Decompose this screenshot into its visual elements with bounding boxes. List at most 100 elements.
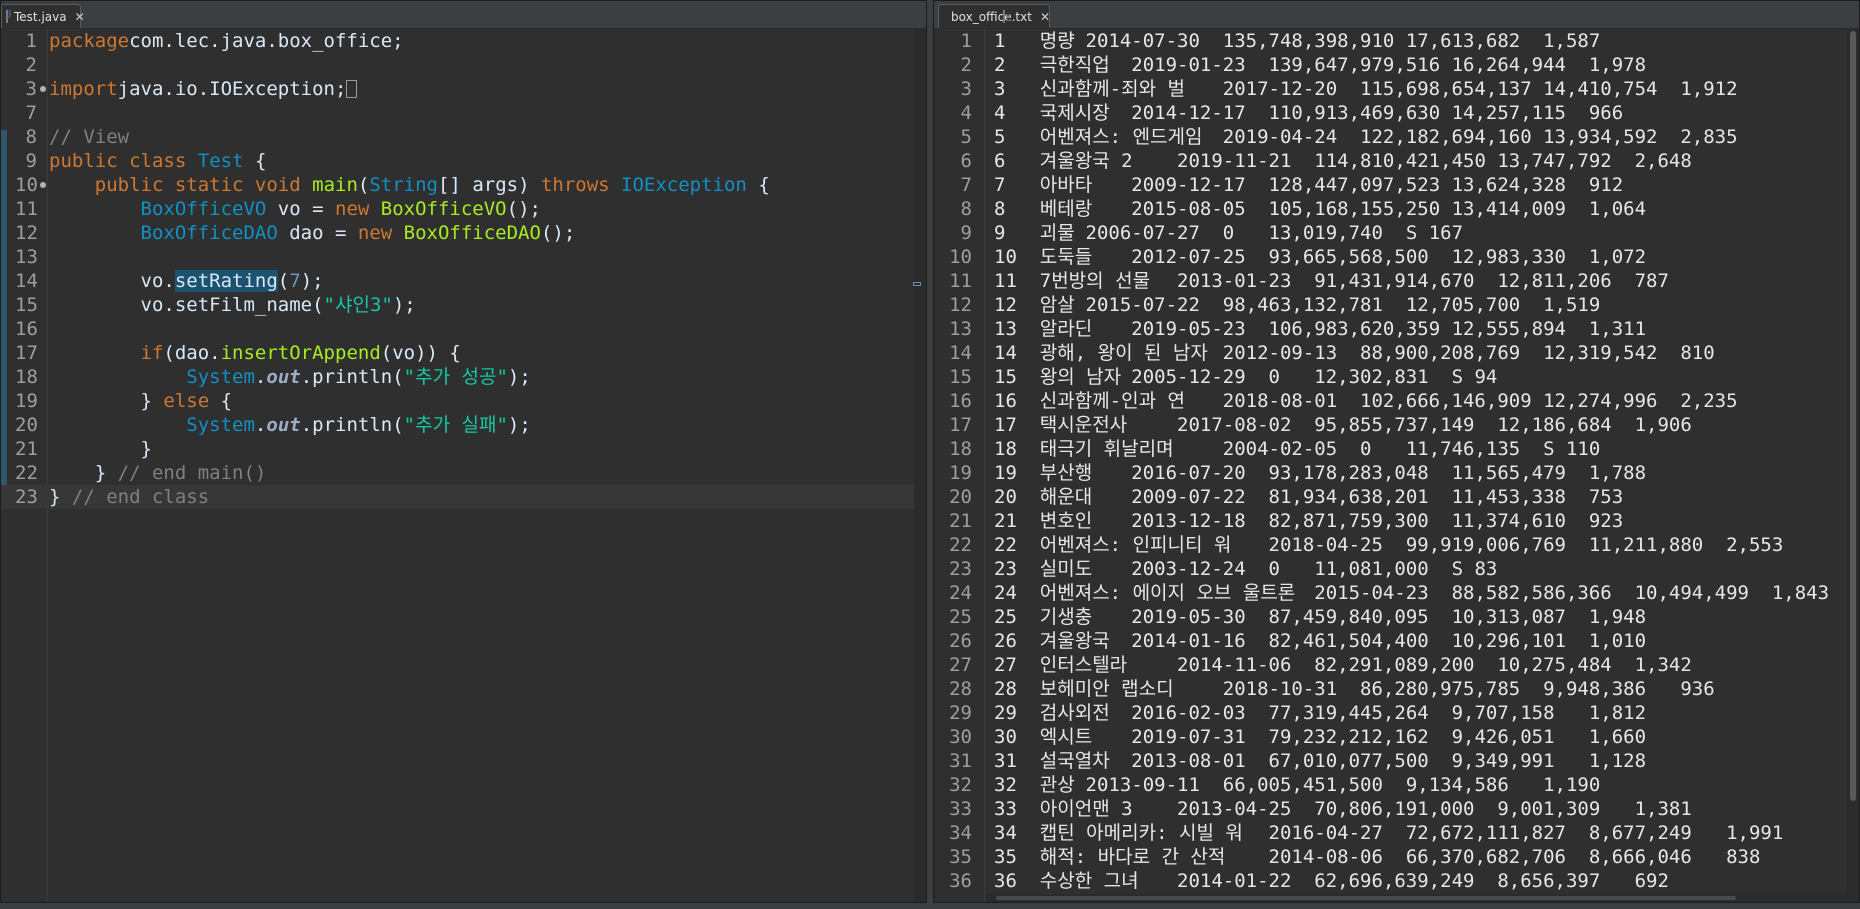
line-number: 10 — [15, 174, 38, 196]
text-line[interactable]: 28 28 보헤미안 랩소디 2018-10-31 86,280,975,785 … — [934, 677, 1847, 701]
text-line[interactable]: 4 4 국제시장 2014-12-17 110,913,469,630 14,25… — [934, 101, 1847, 125]
code-line[interactable]: 8 // View — [1, 125, 914, 149]
code-line[interactable]: 17 if(dao.insertOrAppend(vo)) { — [1, 341, 914, 365]
text-line[interactable]: 6 6 겨울왕국 2 2019-11-21 114,810,421,450 13,… — [934, 149, 1847, 173]
code-token: com.lec.java.box_office; — [129, 30, 404, 52]
line-number: 2 — [25, 54, 37, 76]
text-line[interactable]: 3 3 신과함께-죄와 벌 2017-12-20 115,698,654,137 … — [934, 77, 1847, 101]
text-line[interactable]: 13 13 알라딘 2019-05-23 106,983,620,359 12,5… — [934, 317, 1847, 341]
text-line[interactable]: 17 17 택시운전사 2017-08-02 95,855,737,149 12,… — [934, 413, 1847, 437]
text-line[interactable]: 9 9 괴물 2006-07-27 0 13,019,740 S 167 — [934, 221, 1847, 245]
text-content: 22 어벤져스: 인피니티 워 2018-04-25 99,919,006,76… — [994, 534, 1784, 556]
java-code-area[interactable]: 1 packagecom.lec.java.box_office; 2 3 import… — [1, 29, 914, 902]
code-line[interactable]: 14 vo.setRating(7); — [1, 269, 914, 293]
code-line[interactable]: 19 } else { — [1, 389, 914, 413]
code-token: "추가 성공" — [403, 366, 508, 388]
code-token: vo. — [49, 270, 175, 292]
text-line[interactable]: 23 23 실미도 2003-12-24 0 11,081,000 S 83 — [934, 557, 1847, 581]
code-text: BoxOfficeVO vo = new BoxOfficeVO(); — [49, 197, 541, 221]
text-line[interactable]: 36 36 수상한 그녀 2014-01-22 62,696,639,249 8,… — [934, 869, 1847, 893]
text-line[interactable]: 16 16 신과함께-인과 연 2018-08-01 102,666,146,90… — [934, 389, 1847, 413]
txt-horizontal-scrollbar[interactable] — [986, 894, 1847, 902]
text-line[interactable]: 7 7 아바타 2009-12-17 128,447,097,523 13,624… — [934, 173, 1847, 197]
code-line[interactable]: 13 — [1, 245, 914, 269]
text-line[interactable]: 22 22 어벤져스: 인피니티 워 2018-04-25 99,919,006,… — [934, 533, 1847, 557]
line-number: 12 — [949, 294, 972, 316]
code-token: BoxOfficeVO — [380, 198, 507, 220]
text-line[interactable]: 32 32 관상 2013-09-11 66,005,451,500 9,134,… — [934, 773, 1847, 797]
close-tab-icon[interactable]: ✕ — [1040, 10, 1050, 24]
line-number: 33 — [949, 798, 972, 820]
text-line[interactable]: 19 19 부산행 2016-07-20 93,178,283,048 11,56… — [934, 461, 1847, 485]
text-line[interactable]: 18 18 태극기 휘날리며 2004-02-05 0 11,746,135 S … — [934, 437, 1847, 461]
code-token: package — [49, 30, 130, 52]
text-line[interactable]: 1 1 명량 2014-07-30 135,748,398,910 17,613,… — [934, 29, 1847, 53]
text-line[interactable]: 34 34 캡틴 아메리카: 시빌 워 2016-04-27 72,672,111… — [934, 821, 1847, 845]
text-line[interactable]: 20 20 해운대 2009-07-22 81,934,638,201 11,45… — [934, 485, 1847, 509]
line-number: 24 — [949, 582, 972, 604]
code-line[interactable]: 11 BoxOfficeVO vo = new BoxOfficeVO(); — [1, 197, 914, 221]
text-line[interactable]: 33 33 아이언맨 3 2013-04-25 70,806,191,000 9,… — [934, 797, 1847, 821]
code-line[interactable]: 2 — [1, 53, 914, 77]
txt-horizontal-scroll-thumb[interactable] — [996, 896, 1736, 900]
code-token: new — [357, 222, 393, 244]
code-line[interactable]: 12 BoxOfficeDAO dao = new BoxOfficeDAO()… — [1, 221, 914, 245]
text-line[interactable]: 27 27 인터스텔라 2014-11-06 82,291,089,200 10,… — [934, 653, 1847, 677]
text-line[interactable]: 15 15 왕의 남자 2005-12-29 0 12,302,831 S 94 — [934, 365, 1847, 389]
text-line[interactable]: 35 35 해적: 바다로 간 산적 2014-08-06 66,370,682,… — [934, 845, 1847, 869]
text-content: 35 해적: 바다로 간 산적 2014-08-06 66,370,682,70… — [994, 846, 1761, 868]
text-line[interactable]: 29 29 검사외전 2016-02-03 77,319,445,264 9,70… — [934, 701, 1847, 725]
code-token: } — [49, 462, 118, 484]
text-line[interactable]: 10 10 도둑들 2012-07-25 93,665,568,500 12,98… — [934, 245, 1847, 269]
folded-imports-indicator[interactable] — [346, 80, 358, 98]
code-line[interactable]: 20 System.out.println("추가 실패"); — [1, 413, 914, 437]
text-line[interactable]: 31 31 설국열차 2013-08-01 67,010,077,500 9,34… — [934, 749, 1847, 773]
text-content: 21 변호인 2013-12-18 82,871,759,300 11,374,… — [994, 510, 1624, 532]
text-line[interactable]: 25 25 기생충 2019-05-30 87,459,840,095 10,31… — [934, 605, 1847, 629]
text-line[interactable]: 30 30 엑시트 2019-07-31 79,232,212,162 9,426… — [934, 725, 1847, 749]
code-line[interactable]: 1 packagecom.lec.java.box_office; — [1, 29, 914, 53]
code-token: setRating — [174, 270, 278, 292]
code-line[interactable]: 22 } // end main() — [1, 461, 914, 485]
text-line[interactable]: 21 21 변호인 2013-12-18 82,871,759,300 11,37… — [934, 509, 1847, 533]
tab-box-office-txt[interactable]: box_office.txt ✕ — [938, 4, 1050, 28]
text-line[interactable]: 12 12 암살 2015-07-22 98,463,132,781 12,705… — [934, 293, 1847, 317]
line-number: 19 — [15, 390, 38, 412]
line-number: 17 — [15, 342, 38, 364]
code-token: out — [266, 414, 301, 436]
text-line[interactable]: 14 14 광해, 왕이 된 남자 2012-09-13 88,900,208,7… — [934, 341, 1847, 365]
java-vertical-scrollbar[interactable] — [914, 29, 926, 902]
close-tab-icon[interactable]: ✕ — [75, 10, 85, 24]
tab-test-java[interactable]: Test.java ✕ — [1, 4, 85, 28]
text-content: 31 설국열차 2013-08-01 67,010,077,500 9,349,… — [994, 750, 1647, 772]
text-line[interactable]: 24 24 어벤져스: 에이지 오브 울트론 2015-04-23 88,582,… — [934, 581, 1847, 605]
code-line[interactable]: 18 System.out.println("추가 성공"); — [1, 365, 914, 389]
txt-content-area[interactable]: 1 1 명량 2014-07-30 135,748,398,910 17,613,… — [934, 29, 1847, 902]
text-line[interactable]: 8 8 베테랑 2015-08-05 105,168,155,250 13,414… — [934, 197, 1847, 221]
code-token: ); — [507, 414, 531, 436]
line-number: 10 — [949, 246, 972, 268]
fold-toggle-icon[interactable] — [40, 182, 46, 188]
text-line[interactable]: 2 2 극한직업 2019-01-23 139,647,979,516 16,26… — [934, 53, 1847, 77]
editor-split-handle[interactable] — [913, 282, 921, 286]
code-line[interactable]: 10 public static void main(String[] args… — [1, 173, 914, 197]
text-line[interactable]: 11 11 7번방의 선물 2013-01-23 91,431,914,670 1… — [934, 269, 1847, 293]
code-line[interactable]: 21 } — [1, 437, 914, 461]
code-line[interactable]: 3 importjava.io.IOException; — [1, 77, 914, 101]
line-number: 11 — [949, 270, 972, 292]
text-line[interactable]: 26 26 겨울왕국 2014-01-16 82,461,504,400 10,2… — [934, 629, 1847, 653]
code-token: } — [49, 438, 152, 460]
code-line[interactable]: 15 vo.setFilm_name("샤인3"); — [1, 293, 914, 317]
code-line[interactable]: 16 — [1, 317, 914, 341]
fold-toggle-icon[interactable] — [40, 86, 46, 92]
text-line[interactable]: 5 5 어벤져스: 엔드게임 2019-04-24 122,182,694,160… — [934, 125, 1847, 149]
code-line[interactable]: 7 — [1, 101, 914, 125]
code-token: "샤인3" — [323, 294, 393, 316]
txt-vertical-scroll-thumb[interactable] — [1850, 31, 1856, 801]
code-line[interactable]: 23} // end class — [1, 485, 914, 509]
code-line[interactable]: 9 public class Test { — [1, 149, 914, 173]
text-content: 29 검사외전 2016-02-03 77,319,445,264 9,707,… — [994, 702, 1647, 724]
txt-vertical-scrollbar[interactable] — [1847, 29, 1859, 902]
